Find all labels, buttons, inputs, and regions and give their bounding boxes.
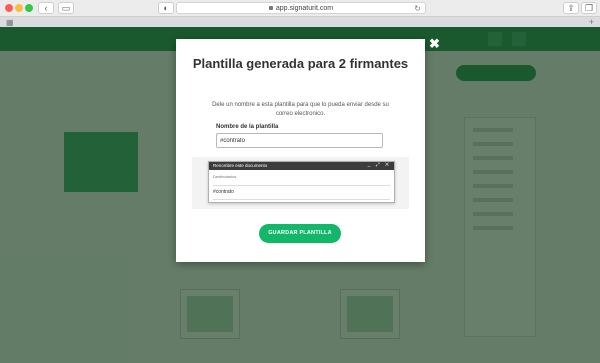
address-bar[interactable]: app.signaturit.com ↻ — [176, 2, 426, 14]
save-template-button[interactable]: GUARDAR PLANTILLA — [259, 224, 341, 243]
rename-dialog-title: Renombre este documento — [213, 163, 268, 168]
close-window-button[interactable] — [5, 4, 13, 12]
lock-icon — [268, 6, 273, 11]
rename-dialog-value[interactable]: #contrato — [213, 189, 234, 195]
share-icon: ⇪ — [567, 3, 575, 13]
rename-dialog-label: Destinatarios — [213, 174, 237, 179]
divider — [213, 199, 390, 200]
tabs-button[interactable]: ❐ — [581, 2, 597, 14]
save-template-modal: Plantilla generada para 2 firmantes Dele… — [176, 39, 425, 262]
privacy-button[interactable]: ◐ — [158, 2, 174, 14]
url-text: app.signaturit.com — [275, 5, 334, 12]
modal-title: Plantilla generada para 2 firmantes — [192, 56, 409, 71]
shield-icon: ◐ — [163, 3, 169, 13]
sidebar-icon: ▭ — [61, 3, 71, 13]
sidebar-toggle-button[interactable]: ▭ — [58, 2, 74, 14]
back-button[interactable]: ‹ — [38, 2, 54, 14]
tabs-icon: ❐ — [584, 3, 594, 13]
template-name-input[interactable] — [216, 133, 383, 148]
window-controls-icon[interactable]: _ ⤢ ✕ — [368, 162, 391, 168]
tab-strip: ▦ + — [0, 16, 600, 27]
close-icon[interactable]: ✖ — [429, 37, 440, 50]
new-tab-button[interactable]: + — [589, 17, 594, 27]
rename-dialog: Renombre este documento _ ⤢ ✕ Destinatar… — [208, 161, 395, 203]
chevron-left-icon: ‹ — [44, 3, 48, 13]
divider — [213, 185, 390, 186]
reload-icon[interactable]: ↻ — [414, 3, 421, 14]
template-name-label: Nombre de la plantilla — [216, 124, 279, 130]
browser-chrome: ‹ ▭ ◐ app.signaturit.com ↻ ⇪ ❐ ▦ + — [0, 0, 600, 27]
rename-dialog-titlebar: Renombre este documento _ ⤢ ✕ — [209, 162, 394, 170]
modal-description: Dele un nombre a esta plantilla para que… — [212, 102, 389, 117]
zoom-window-button[interactable] — [25, 4, 33, 12]
grid-icon[interactable]: ▦ — [6, 18, 14, 27]
minimize-window-button[interactable] — [15, 4, 23, 12]
share-button[interactable]: ⇪ — [563, 2, 579, 14]
